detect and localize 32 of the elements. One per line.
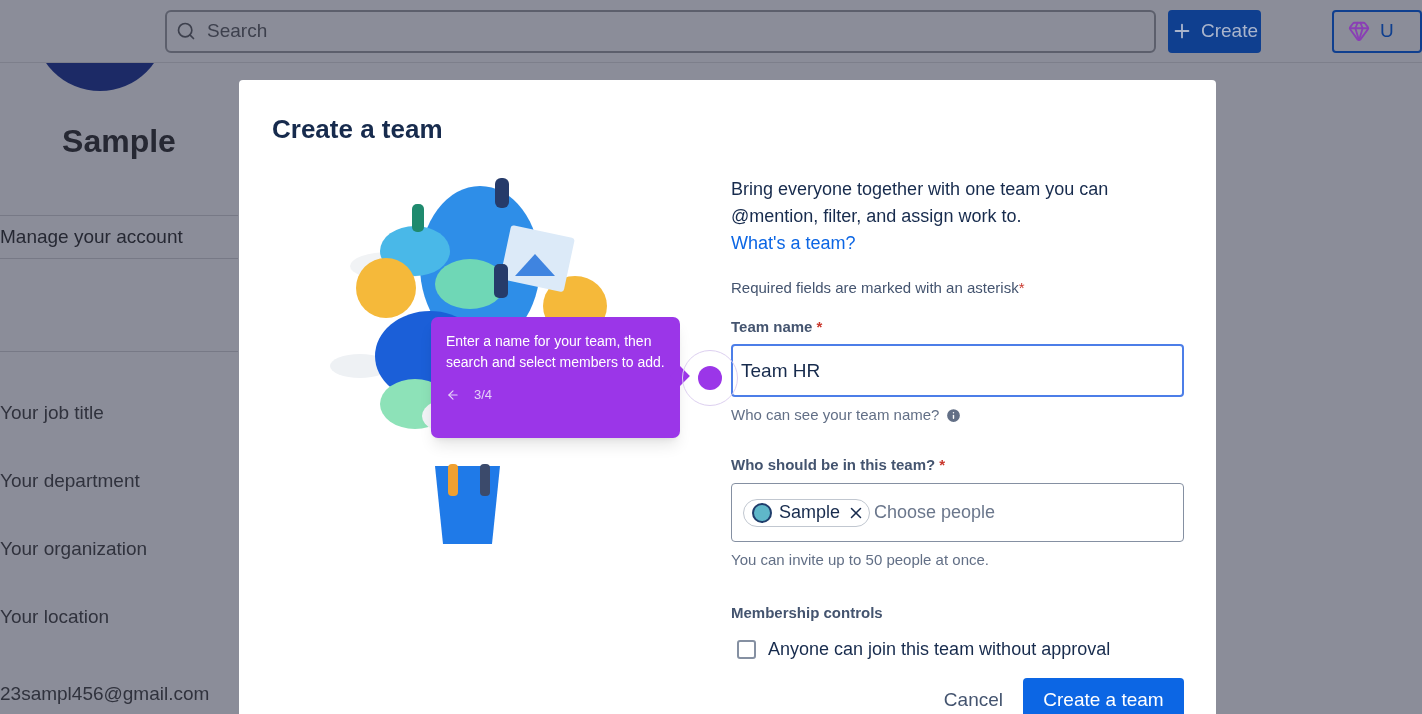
create-button[interactable]: Create (1168, 9, 1261, 53)
field-label: Your organization (0, 537, 149, 558)
whats-a-team-link[interactable]: What's a team? (731, 233, 856, 253)
intro-text: Bring everyone together with one team you can @mention, filter, and assign work to. What's a team? (731, 178, 1110, 255)
required-note: Required fields are marked with an asterisk* (731, 278, 1026, 298)
tooltip-text: Enter a name for your team, then search and select members to add. (446, 332, 665, 372)
hint-text: You can invite up to 50 people at once. (731, 550, 990, 570)
field-label: Your job title (0, 401, 105, 422)
people-picker-field[interactable]: Sample Choose people (731, 483, 1184, 542)
upgrade-button[interactable]: U (1332, 9, 1422, 53)
search-icon (176, 20, 196, 41)
membership-heading: Membership controls (731, 602, 884, 623)
members-label: Who should be in this team? * (731, 454, 947, 475)
cancel-button[interactable]: Cancel (929, 678, 1017, 714)
info-icon[interactable] (945, 406, 963, 424)
checkbox[interactable] (737, 640, 756, 659)
field-label: Your location (0, 605, 111, 626)
manage-account-link[interactable]: Manage your account (0, 216, 238, 258)
people-search-input[interactable]: Choose people (874, 499, 1172, 526)
avatar (752, 502, 772, 523)
search-field[interactable]: Search (165, 9, 1156, 53)
team-name-field[interactable]: Team HR (731, 344, 1184, 397)
step-counter: 3/4 (474, 386, 493, 404)
email-text: 23sampl456@gmail.com (0, 682, 211, 706)
hint-text: Who can see your team name? (731, 405, 940, 425)
team-name-label: Team name * (731, 316, 824, 337)
checkbox-label: Anyone can join this team without approval (768, 638, 1111, 661)
profile-name: Sample (61, 122, 177, 161)
field-label: Your department (0, 469, 141, 490)
create-team-button[interactable]: Create a team (1023, 678, 1184, 714)
dialog-title: Create a team (272, 113, 444, 146)
diamond-icon (1348, 20, 1370, 42)
